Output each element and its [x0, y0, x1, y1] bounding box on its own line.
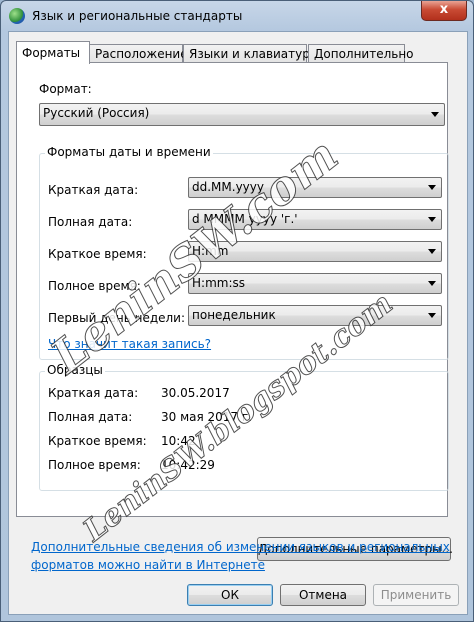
online-info-link-line2[interactable]: форматов можно найти в Интернете: [31, 558, 265, 572]
cancel-button[interactable]: Отмена: [280, 584, 366, 606]
dialog-window: Язык и региональные стандарты x Форматы …: [0, 0, 474, 622]
format-select[interactable]: Русский (Россия): [39, 103, 445, 126]
long-time-select[interactable]: H:mm:ss: [188, 273, 442, 294]
dialog-client-area: Форматы Расположение Языки и клавиатуры …: [8, 31, 468, 615]
sample-short-time-label: Краткое время:: [48, 434, 147, 448]
chevron-down-icon: [428, 249, 436, 254]
long-time-label: Полное время:: [48, 279, 141, 293]
formats-panel: Формат: Русский (Россия) Форматы даты и …: [16, 62, 453, 561]
sample-long-date-value: 30 мая 2017 г.: [161, 410, 252, 424]
chevron-down-icon: [428, 185, 436, 190]
short-time-select[interactable]: H:mm: [188, 241, 442, 262]
datetime-formats-group: Форматы даты и времени Краткая дата: dd.…: [39, 145, 449, 360]
first-day-label: Первый день недели:: [48, 311, 186, 325]
tab-languages-keyboards[interactable]: Языки и клавиатуры: [183, 44, 319, 63]
tab-formats[interactable]: Форматы: [16, 41, 90, 64]
long-time-value: H:mm:ss: [192, 276, 245, 290]
ok-button[interactable]: ОК: [187, 584, 273, 606]
sample-long-time-label: Полное время:: [48, 458, 141, 472]
long-date-select[interactable]: d MMMM yyyy 'г.': [188, 209, 442, 230]
short-time-label: Краткое время:: [48, 247, 147, 261]
sample-short-date-value: 30.05.2017: [161, 386, 230, 400]
globe-icon: [9, 8, 25, 24]
short-date-value: dd.MM.yyyy: [192, 180, 264, 194]
window-title: Язык и региональные стандарты: [32, 9, 243, 23]
chevron-down-icon: [428, 313, 436, 318]
close-button[interactable]: x: [421, 1, 467, 21]
first-day-value: понедельник: [192, 308, 276, 322]
first-day-select[interactable]: понедельник: [188, 305, 442, 326]
tab-advanced[interactable]: Дополнительно: [308, 44, 414, 63]
title-bar[interactable]: Язык и региональные стандарты x: [1, 1, 473, 31]
chevron-down-icon: [428, 217, 436, 222]
sample-short-time-value: 10:42: [161, 434, 196, 448]
short-date-label: Краткая дата:: [48, 183, 139, 197]
samples-group-title: Образцы: [45, 363, 105, 377]
format-help-link[interactable]: Что значит такая запись?: [48, 337, 211, 351]
chevron-down-icon: [431, 112, 439, 117]
chevron-down-icon: [428, 281, 436, 286]
samples-group: Образцы Краткая дата: 30.05.2017 Полная …: [39, 363, 449, 491]
sample-long-time-value: 10:42:29: [161, 458, 215, 472]
apply-button[interactable]: Применить: [373, 584, 459, 606]
datetime-group-title: Форматы даты и времени: [45, 145, 213, 159]
format-label: Формат:: [39, 82, 92, 96]
online-info-link-line1[interactable]: Дополнительные сведения об изменении язы…: [31, 540, 450, 554]
tab-location[interactable]: Расположение: [89, 44, 188, 63]
sample-short-date-label: Краткая дата:: [48, 386, 139, 400]
format-select-value: Русский (Россия): [43, 106, 150, 120]
long-date-value: d MMMM yyyy 'г.': [192, 212, 298, 226]
short-time-value: H:mm: [192, 244, 229, 258]
long-date-label: Полная дата:: [48, 215, 133, 229]
short-date-select[interactable]: dd.MM.yyyy: [188, 177, 442, 198]
sample-long-date-label: Полная дата:: [48, 410, 133, 424]
